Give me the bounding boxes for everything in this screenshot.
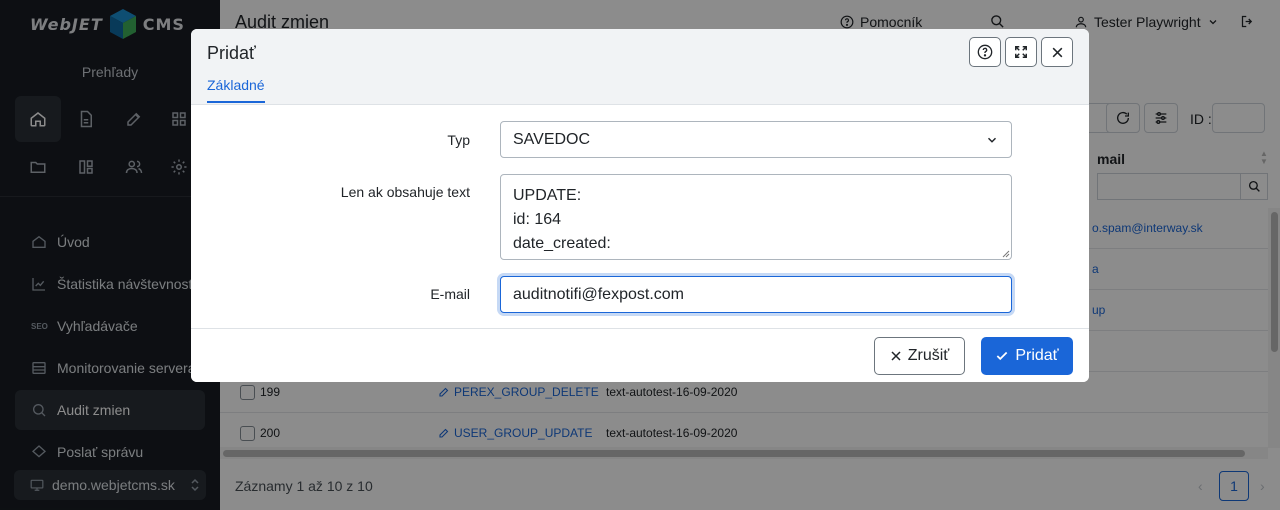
dialog-title: Pridať [207,43,256,63]
dialog-footer: Zrušiť Pridať [191,328,1089,382]
type-select[interactable]: SAVEDOC [500,121,1012,158]
tab-zakladne[interactable]: Základné [207,77,265,103]
resize-grip-icon[interactable] [1002,250,1010,258]
email-field[interactable] [500,276,1012,313]
text-field[interactable]: UPDATE: id: 164 date_created: [500,174,1012,260]
email-label: E-mail [430,286,470,302]
add-button[interactable]: Pridať [981,337,1073,375]
close-icon [891,351,901,361]
add-label: Pridať [1015,347,1059,364]
help-icon [977,44,993,60]
close-icon [1052,47,1062,57]
maximize-button[interactable] [1005,37,1037,67]
dialog-header: Pridať Základné [191,29,1089,105]
cancel-label: Zrušiť [907,347,950,364]
type-label: Typ [447,132,470,148]
close-button[interactable] [1041,37,1073,67]
help-button[interactable] [969,37,1001,67]
type-select-value: SAVEDOC [513,130,591,148]
maximize-icon [1015,46,1027,58]
chevron-down-icon [987,137,997,143]
cancel-button[interactable]: Zrušiť [874,337,965,375]
add-dialog: Pridať Základné Typ SAVEDOC Len ak obsah… [191,29,1089,382]
check-icon [997,351,1008,361]
text-label: Len ak obsahuje text [340,184,470,200]
